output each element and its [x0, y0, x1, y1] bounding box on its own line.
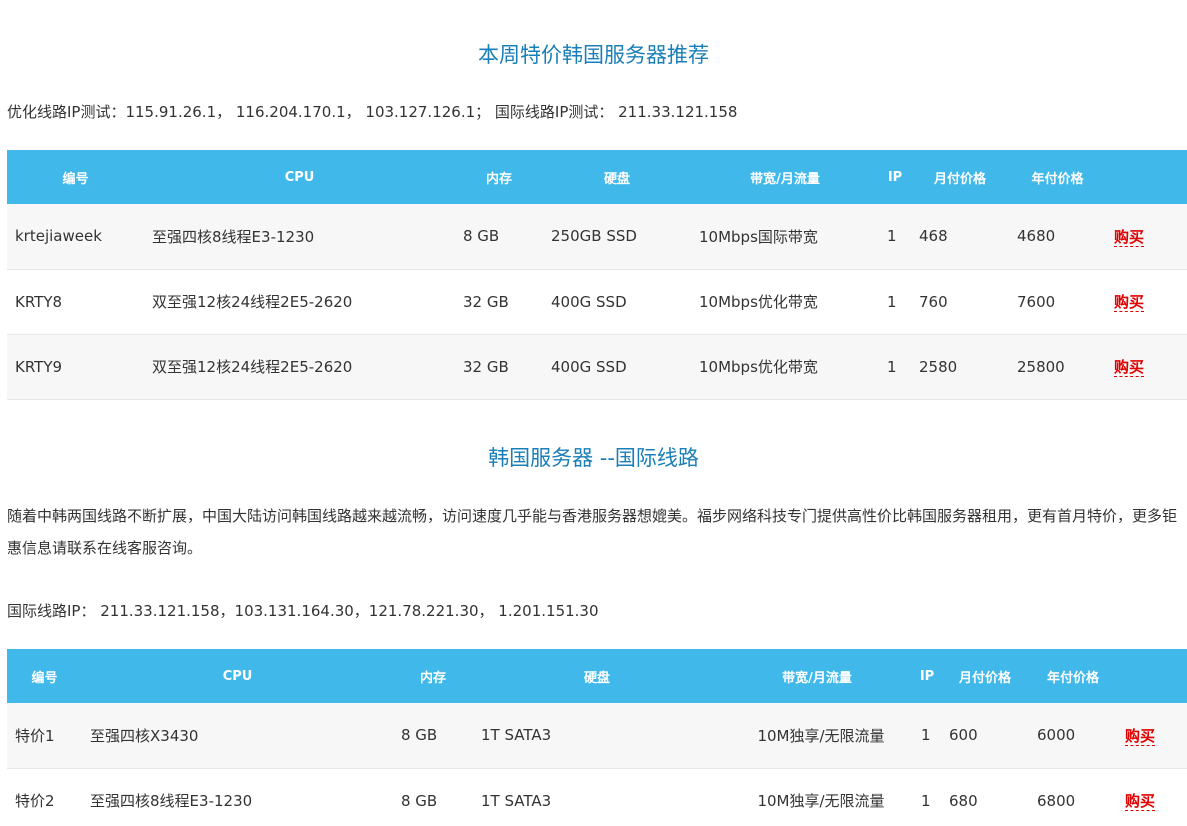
cell-id: KRTY8 [15, 292, 63, 311]
cell-monthly: 680 [949, 791, 978, 810]
table-header-row: 编号 CPU 内存 硬盘 带宽/月流量 IP 月付价格 年付价格 [7, 150, 1187, 204]
cell-ram: 32 GB [463, 357, 509, 376]
cell-disk: 400G SSD [551, 357, 627, 376]
international-ip-line: 国际线路IP： 211.33.121.158，103.131.164.30，12… [7, 602, 599, 620]
cell-bandwidth: 10M独享/无限流量 [757, 726, 885, 745]
table-row: KRTY8 双至强12核24线程2E5-2620 32 GB 400G SSD … [7, 269, 1187, 334]
cell-yearly: 7600 [1017, 292, 1056, 311]
col-header-action [1106, 150, 1187, 204]
cell-cpu: 至强四核8线程E3-1230 [90, 792, 253, 810]
cell-disk: 1T SATA3 [481, 791, 552, 810]
col-header-id: 编号 [62, 171, 89, 187]
col-header-bandwidth: 带宽/月流量 [782, 670, 852, 686]
cell-cpu: 至强四核8线程E3-1230 [152, 227, 315, 246]
cell-ram: 32 GB [463, 292, 509, 311]
ip-test-line: 优化线路IP测试：115.91.26.1， 116.204.170.1， 103… [7, 103, 738, 121]
table-header-row: 编号 CPU 内存 硬盘 带宽/月流量 IP 月付价格 年付价格 [7, 649, 1187, 703]
col-header-monthly: 月付价格 [958, 670, 1011, 686]
buy-link[interactable]: 购买 [1114, 227, 1145, 247]
cell-ram: 8 GB [463, 227, 500, 246]
section-title-weekly-deals: 本周特价韩国服务器推荐 [478, 43, 709, 67]
cell-yearly: 4680 [1017, 227, 1056, 246]
cell-id: 特价1 [15, 726, 55, 745]
cell-bandwidth: 10M独享/无限流量 [757, 792, 885, 810]
intro-paragraph: 随着中韩两国线路不断扩展，中国大陆访问韩国线路越来越流畅，访问速度几乎能与香港服… [7, 507, 1178, 557]
section-title-international: 韩国服务器 --国际线路 [488, 446, 699, 470]
col-header-disk: 硬盘 [583, 670, 610, 686]
international-servers-table: 编号 CPU 内存 硬盘 带宽/月流量 IP 月付价格 年付价格 特价1 至强四… [7, 649, 1187, 826]
table-row: 特价2 至强四核8线程E3-1230 8 GB 1T SATA3 10M独享/无… [7, 768, 1187, 826]
table-row: krtejiaweek 至强四核8线程E3-1230 8 GB 250GB SS… [7, 204, 1187, 269]
col-header-ram: 内存 [485, 171, 512, 187]
cell-bandwidth: 10Mbps优化带宽 [699, 293, 818, 311]
col-header-ram: 内存 [419, 670, 446, 686]
cell-monthly: 468 [919, 227, 948, 246]
cell-ip: 1 [887, 227, 897, 246]
cell-yearly: 6800 [1037, 791, 1076, 810]
cell-ip: 1 [887, 357, 897, 376]
cell-bandwidth: 10Mbps优化带宽 [699, 358, 818, 376]
cell-bandwidth: 10Mbps国际带宽 [699, 227, 818, 246]
cell-id: KRTY9 [15, 357, 63, 376]
cell-monthly: 600 [949, 726, 978, 745]
cell-ram: 8 GB [401, 726, 438, 745]
table-row: KRTY9 双至强12核24线程2E5-2620 32 GB 400G SSD … [7, 334, 1187, 399]
col-header-cpu: CPU [284, 169, 315, 185]
col-header-monthly: 月付价格 [933, 171, 986, 187]
cell-disk: 400G SSD [551, 292, 627, 311]
col-header-action [1117, 649, 1187, 703]
cell-ip: 1 [921, 791, 931, 810]
col-header-disk: 硬盘 [603, 171, 630, 187]
buy-link[interactable]: 购买 [1114, 358, 1145, 377]
cell-disk: 250GB SSD [551, 227, 637, 246]
col-header-id: 编号 [31, 670, 58, 686]
buy-link[interactable]: 购买 [1114, 293, 1145, 312]
col-header-yearly: 年付价格 [1031, 171, 1084, 187]
cell-disk: 1T SATA3 [481, 726, 552, 745]
cell-cpu: 双至强12核24线程2E5-2620 [152, 358, 353, 376]
col-header-bandwidth: 带宽/月流量 [750, 171, 820, 187]
cell-ram: 8 GB [401, 791, 438, 810]
weekly-deals-table: 编号 CPU 内存 硬盘 带宽/月流量 IP 月付价格 年付价格 krtejia… [7, 150, 1187, 400]
cell-ip: 1 [921, 726, 931, 745]
cell-id: 特价2 [15, 792, 55, 810]
buy-link[interactable]: 购买 [1125, 726, 1156, 746]
cell-monthly: 760 [919, 292, 948, 311]
cell-monthly: 2580 [919, 357, 958, 376]
col-header-cpu: CPU [222, 668, 253, 684]
buy-link[interactable]: 购买 [1125, 792, 1156, 811]
cell-ip: 1 [887, 292, 897, 311]
cell-cpu: 双至强12核24线程2E5-2620 [152, 293, 353, 311]
col-header-ip: IP [887, 169, 903, 185]
cell-yearly: 25800 [1017, 357, 1065, 376]
table-row: 特价1 至强四核X3430 8 GB 1T SATA3 10M独享/无限流量 1… [7, 703, 1187, 768]
col-header-yearly: 年付价格 [1046, 670, 1099, 686]
col-header-ip: IP [919, 668, 935, 684]
cell-cpu: 至强四核X3430 [90, 726, 199, 745]
cell-id: krtejiaweek [15, 227, 102, 246]
cell-yearly: 6000 [1037, 726, 1076, 745]
